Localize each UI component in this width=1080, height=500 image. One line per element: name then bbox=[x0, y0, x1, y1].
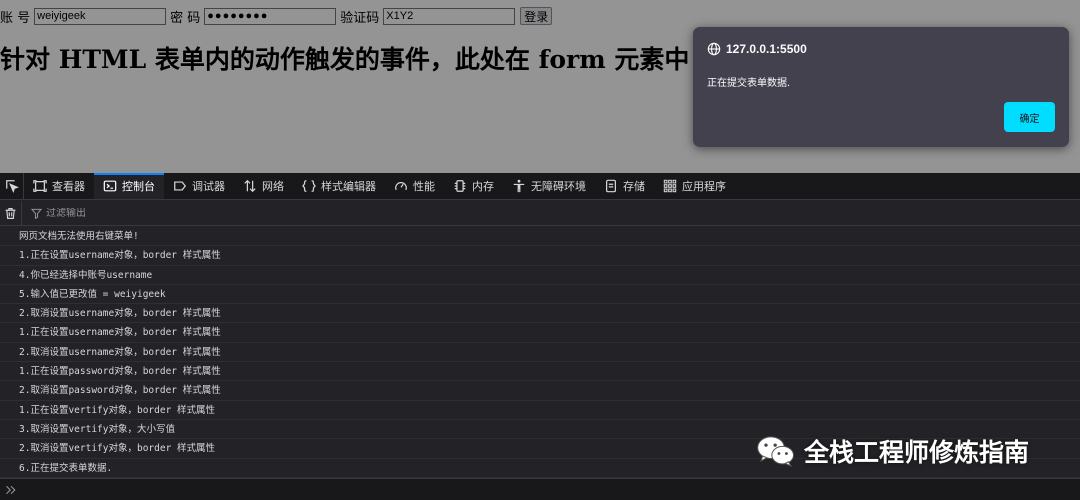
trash-icon bbox=[5, 207, 16, 219]
tab-style-editor[interactable]: 样式编辑器 bbox=[293, 173, 385, 199]
watermark: 全栈工程师修炼指南 bbox=[756, 433, 1029, 469]
tab-label: 无障碍环境 bbox=[531, 180, 586, 193]
console-input-row bbox=[0, 478, 1080, 500]
console-message: 2.取消设置username对象，border 样式属性 bbox=[0, 304, 1080, 324]
console-message: 1.正在设置username对象，border 样式属性 bbox=[0, 246, 1080, 266]
filter-output-input[interactable] bbox=[46, 207, 446, 219]
page-viewport: 账 号 密 码 验证码 登录 针对 HTML 表单内的动作触发的事件，此处在 f… bbox=[0, 0, 1080, 173]
alert-origin-text: 127.0.0.1:5500 bbox=[726, 42, 807, 56]
tab-debugger[interactable]: 调试器 bbox=[164, 173, 234, 199]
tab-memory[interactable]: 内存 bbox=[444, 173, 503, 199]
console-input[interactable] bbox=[23, 484, 1080, 495]
clear-console-button[interactable] bbox=[0, 200, 22, 226]
console-message: 5.输入值已更改值 = weiyigeek bbox=[0, 285, 1080, 305]
application-icon bbox=[663, 179, 677, 193]
tab-label: 控制台 bbox=[122, 180, 155, 193]
console-message: 1.正在设置password对象，border 样式属性 bbox=[0, 362, 1080, 382]
tab-storage[interactable]: 存储 bbox=[595, 173, 654, 199]
tab-performance[interactable]: 性能 bbox=[385, 173, 444, 199]
globe-icon bbox=[707, 42, 721, 56]
console-filter-bar bbox=[0, 200, 1080, 226]
pick-element-button[interactable] bbox=[0, 173, 24, 199]
storage-icon bbox=[606, 179, 616, 193]
alert-origin: 127.0.0.1:5500 bbox=[707, 42, 807, 56]
tab-accessibility[interactable]: 无障碍环境 bbox=[503, 173, 595, 199]
console-message: 1.正在设置username对象，border 样式属性 bbox=[0, 323, 1080, 343]
console-message: 4.你已经选择中账号username bbox=[0, 266, 1080, 285]
console-icon bbox=[103, 180, 117, 192]
tab-label: 内存 bbox=[472, 180, 494, 193]
debugger-icon bbox=[174, 181, 187, 191]
tab-label: 样式编辑器 bbox=[321, 180, 376, 193]
tab-label: 调试器 bbox=[192, 180, 225, 193]
console-message: 网页文档无法使用右键菜单! bbox=[0, 227, 1080, 247]
memory-icon bbox=[454, 180, 466, 192]
alert-dialog: 127.0.0.1:5500 正在提交表单数据. 确定 bbox=[693, 27, 1069, 147]
tab-inspector[interactable]: 查看器 bbox=[24, 173, 94, 199]
console-message: 1.正在设置vertify对象，border 样式属性 bbox=[0, 401, 1080, 420]
tab-label: 应用程序 bbox=[682, 180, 726, 193]
alert-message: 正在提交表单数据. bbox=[707, 78, 791, 89]
tab-network[interactable]: 网络 bbox=[234, 173, 293, 199]
tab-label: 性能 bbox=[413, 180, 435, 193]
devtools-toolbar: 查看器 控制台 调试器 网络 样式编辑器 性能 内存 无障碍环境 存储 应用程序 bbox=[0, 173, 1080, 200]
inspector-icon bbox=[33, 180, 47, 192]
watermark-text: 全栈工程师修炼指南 bbox=[804, 438, 1030, 467]
tab-label: 查看器 bbox=[52, 180, 85, 193]
tab-console[interactable]: 控制台 bbox=[94, 173, 164, 199]
wechat-icon bbox=[757, 436, 794, 468]
filter-icon bbox=[31, 208, 42, 219]
tab-label: 存储 bbox=[623, 180, 645, 193]
style-editor-icon bbox=[302, 180, 316, 192]
tab-label: 网络 bbox=[262, 180, 284, 193]
performance-icon bbox=[395, 182, 407, 191]
tab-application[interactable]: 应用程序 bbox=[654, 173, 735, 199]
console-message: 2.取消设置username对象，border 样式属性 bbox=[0, 343, 1080, 363]
alert-ok-button[interactable]: 确定 bbox=[1004, 102, 1055, 132]
chevron-right-double-icon bbox=[6, 485, 16, 494]
accessibility-icon bbox=[513, 179, 525, 193]
console-message: 2.取消设置password对象，border 样式属性 bbox=[0, 381, 1080, 401]
network-icon bbox=[244, 179, 256, 193]
pick-element-icon bbox=[5, 180, 19, 193]
